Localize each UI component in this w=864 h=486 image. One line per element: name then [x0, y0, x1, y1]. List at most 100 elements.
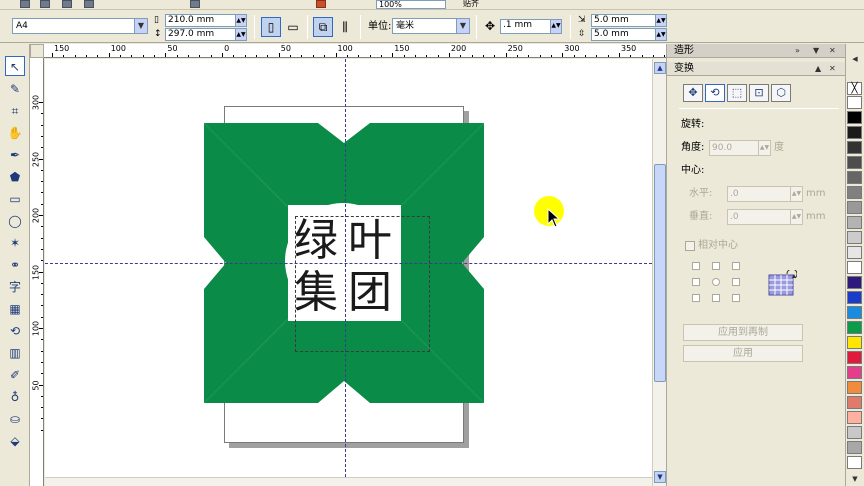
- color-swatch[interactable]: [847, 171, 862, 184]
- print-icon[interactable]: [84, 0, 94, 8]
- color-swatch[interactable]: [847, 126, 862, 139]
- relative-center-checkbox[interactable]: [685, 241, 695, 251]
- color-swatch[interactable]: [847, 321, 862, 334]
- scroll-down-icon[interactable]: ▼: [654, 471, 666, 483]
- color-swatch[interactable]: [847, 261, 862, 274]
- zoom-level[interactable]: 100%: [376, 0, 446, 9]
- crop-tool-icon[interactable]: ⌗: [5, 100, 25, 120]
- close-icon[interactable]: ✕: [829, 62, 836, 76]
- zoom-tool-icon[interactable]: ✋: [5, 122, 25, 142]
- horizontal-guideline[interactable]: [45, 263, 652, 264]
- color-swatch[interactable]: [847, 426, 862, 439]
- color-swatch[interactable]: [847, 336, 862, 349]
- transform-docker-title[interactable]: 变换 ▲ ✕: [667, 62, 846, 76]
- ellipse-tool-icon[interactable]: ◯: [5, 210, 25, 230]
- apply-to-duplicate-button[interactable]: 应用到再制: [683, 324, 803, 341]
- page-width-field[interactable]: 210.0 mm ▲▼: [165, 14, 247, 27]
- apply-button[interactable]: 应用: [683, 345, 803, 362]
- color-swatch[interactable]: [847, 246, 862, 259]
- drawing-canvas[interactable]: 绿 叶 集 团: [45, 59, 652, 477]
- spin-icon[interactable]: ▲▼: [655, 29, 666, 40]
- snap-to-button[interactable]: 贴齐: [463, 0, 503, 9]
- spin-icon[interactable]: ▲▼: [550, 20, 561, 33]
- scale-mirror-icon[interactable]: ⬚: [727, 84, 747, 102]
- duplicate-x-field[interactable]: 5.0 mm ▲▼: [591, 14, 667, 27]
- table-tool-icon[interactable]: ▦: [5, 298, 25, 318]
- rotate-icon[interactable]: ⟲: [705, 84, 725, 102]
- color-swatch[interactable]: [847, 186, 862, 199]
- spin-icon[interactable]: ▲▼: [758, 141, 770, 155]
- center-y-input[interactable]: .0 ▲▼: [727, 209, 803, 225]
- anchor-top-left[interactable]: [692, 262, 700, 270]
- fill-tool-icon[interactable]: ⛀: [5, 408, 25, 428]
- anchor-middle-left[interactable]: [692, 278, 700, 286]
- current-page-icon[interactable]: ⫼: [335, 17, 355, 37]
- all-pages-icon[interactable]: ⧉: [313, 17, 333, 37]
- spin-icon[interactable]: ▲▼: [790, 210, 802, 224]
- color-swatch[interactable]: [847, 351, 862, 364]
- nudge-field[interactable]: .1 mm ▲▼: [500, 19, 562, 34]
- import-icon[interactable]: [316, 0, 326, 8]
- color-swatch[interactable]: [847, 156, 862, 169]
- open-icon[interactable]: [40, 0, 50, 8]
- pick-tool-icon[interactable]: ↖: [5, 56, 25, 76]
- vertical-scrollbar[interactable]: ▲ ▼: [652, 59, 666, 486]
- interactive-fill-icon[interactable]: ⬙: [5, 430, 25, 450]
- collapse-icon[interactable]: »: [795, 44, 800, 58]
- dock-menu-icon[interactable]: ▼: [813, 44, 819, 58]
- color-swatch[interactable]: [847, 381, 862, 394]
- anchor-bottom-center[interactable]: [712, 294, 720, 302]
- roll-up-icon[interactable]: ▲: [815, 62, 821, 76]
- color-swatch[interactable]: [847, 231, 862, 244]
- color-swatch[interactable]: [847, 291, 862, 304]
- eyedropper-tool-icon[interactable]: ✐: [5, 364, 25, 384]
- freehand-tool-icon[interactable]: ✒: [5, 144, 25, 164]
- spin-icon[interactable]: ▲▼: [790, 187, 802, 201]
- connector-tool-icon[interactable]: ▥: [5, 342, 25, 362]
- color-swatch[interactable]: [847, 111, 862, 124]
- spin-icon[interactable]: ▲▼: [655, 15, 666, 26]
- anchor-bottom-left[interactable]: [692, 294, 700, 302]
- vertical-guideline[interactable]: [345, 59, 346, 477]
- horizontal-ruler[interactable]: 15010050050100150200250300350毫米: [44, 44, 666, 58]
- anchor-top-center[interactable]: [712, 262, 720, 270]
- no-color-swatch[interactable]: ╳: [847, 82, 862, 95]
- color-swatch[interactable]: [847, 276, 862, 289]
- size-icon[interactable]: ⊡: [749, 84, 769, 102]
- anchor-top-right[interactable]: [732, 262, 740, 270]
- text-tool-icon[interactable]: 字: [5, 276, 25, 296]
- color-swatch[interactable]: [847, 366, 862, 379]
- color-swatch[interactable]: [847, 456, 862, 469]
- ruler-origin[interactable]: [30, 44, 44, 58]
- shaping-docker-title[interactable]: 造形 » ▼ ✕: [667, 44, 846, 58]
- angle-input[interactable]: 90.0 ▲▼: [709, 140, 771, 156]
- page-height-field[interactable]: 297.0 mm ▲▼: [165, 28, 247, 41]
- color-swatch[interactable]: [847, 141, 862, 154]
- smart-fill-icon[interactable]: ⬟: [5, 166, 25, 186]
- new-icon[interactable]: [20, 0, 30, 8]
- save-icon[interactable]: [62, 0, 72, 8]
- units-select[interactable]: 毫米 ▼: [392, 18, 470, 34]
- skew-icon[interactable]: ⬡: [771, 84, 791, 102]
- outline-tool-icon[interactable]: ♁: [5, 386, 25, 406]
- shape-tool-icon[interactable]: ✎: [5, 78, 25, 98]
- duplicate-y-field[interactable]: 5.0 mm ▲▼: [591, 28, 667, 41]
- color-swatch[interactable]: [847, 201, 862, 214]
- color-swatch[interactable]: [847, 216, 862, 229]
- undo-icon[interactable]: [190, 0, 200, 8]
- rectangle-tool-icon[interactable]: ▭: [5, 188, 25, 208]
- center-x-input[interactable]: .0 ▲▼: [727, 186, 803, 202]
- color-swatch[interactable]: [847, 396, 862, 409]
- palette-scroll-up-icon[interactable]: ◀: [848, 54, 862, 64]
- scroll-up-icon[interactable]: ▲: [654, 62, 666, 74]
- anchor-center[interactable]: [712, 278, 720, 286]
- spin-icon[interactable]: ▲▼: [235, 15, 246, 26]
- vertical-ruler[interactable]: 300 250 200 150 100 50: [30, 58, 44, 486]
- page-size-select[interactable]: A4 ▼: [12, 18, 148, 34]
- color-swatch[interactable]: [847, 441, 862, 454]
- color-swatch[interactable]: [847, 411, 862, 424]
- spin-icon[interactable]: ▲▼: [235, 29, 246, 40]
- close-icon[interactable]: ✕: [829, 44, 836, 58]
- portrait-icon[interactable]: ▯: [261, 17, 281, 37]
- dimension-tool-icon[interactable]: ⟲: [5, 320, 25, 340]
